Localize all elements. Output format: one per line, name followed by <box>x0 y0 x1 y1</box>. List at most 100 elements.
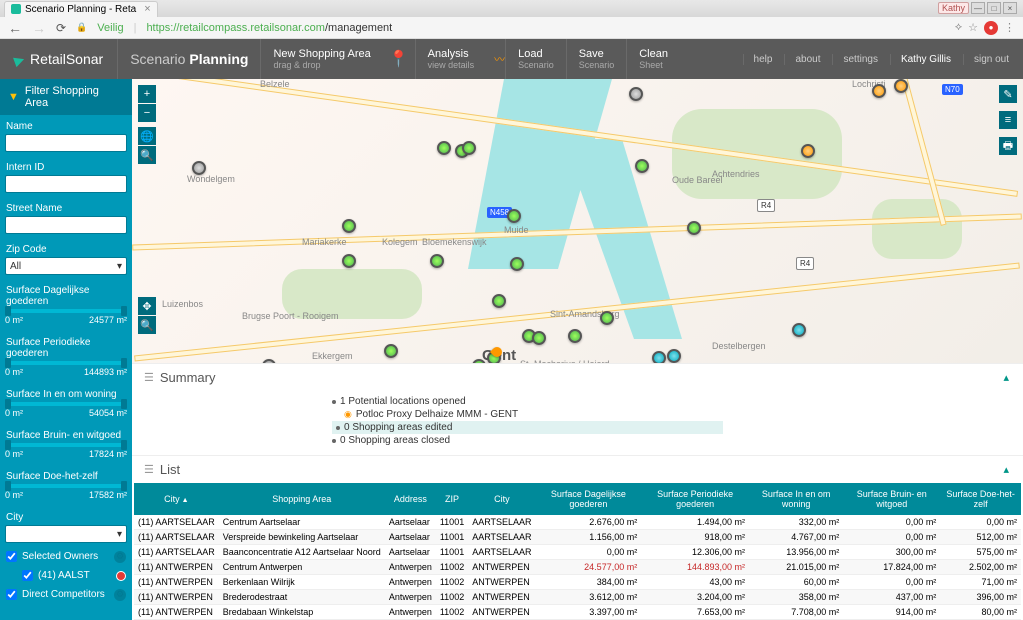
selected-owners-checkbox[interactable] <box>6 551 17 562</box>
about-link[interactable]: about <box>784 54 820 65</box>
summary-header[interactable]: ☰ Summary ▴ <box>132 364 1023 391</box>
intern-id-input[interactable] <box>5 175 127 193</box>
search-icon[interactable]: 🔍 <box>138 146 156 164</box>
close-icon[interactable]: × <box>144 3 150 15</box>
col-s5[interactable]: Surface Doe-het-zelf <box>940 483 1021 515</box>
surf5-slider[interactable] <box>5 484 127 488</box>
col-s2[interactable]: Surface Periodieke goederen <box>641 483 749 515</box>
map-marker[interactable] <box>462 141 476 155</box>
table-row[interactable]: (11) ANTWERPENCentrum AntwerpenAntwerpen… <box>134 560 1021 575</box>
print-icon[interactable]: 🖶 <box>999 137 1017 155</box>
zoom-out-icon[interactable]: 🔍 <box>138 316 156 334</box>
surf4-slider[interactable] <box>5 443 127 447</box>
map-marker[interactable] <box>430 254 444 268</box>
load-scenario-button[interactable]: Load Scenario <box>505 39 566 79</box>
map-marker[interactable] <box>568 329 582 343</box>
zoom-out-button[interactable]: − <box>138 104 156 122</box>
direct-competitors-checkbox[interactable] <box>6 589 17 600</box>
aalst-check[interactable]: (41) AALST <box>0 566 132 585</box>
extension-icon[interactable]: ● <box>984 21 998 35</box>
maximize-button[interactable]: □ <box>987 2 1001 14</box>
name-input[interactable] <box>5 134 127 152</box>
surf1-label: Surface Dagelijkse goederen <box>0 279 132 309</box>
map-marker[interactable] <box>510 257 524 271</box>
map-marker[interactable] <box>192 161 206 175</box>
layers-icon[interactable]: ≡ <box>999 111 1017 129</box>
selected-owners-check[interactable]: Selected Owners ⚙ <box>0 547 132 566</box>
col-s3[interactable]: Surface In en om woning <box>749 483 843 515</box>
save-scenario-button[interactable]: Save Scenario <box>566 39 627 79</box>
reload-button[interactable]: ⟳ <box>56 21 66 35</box>
table-container[interactable]: City Shopping Area Address ZIP City Surf… <box>132 483 1023 620</box>
chevron-down-icon: ▾ <box>117 261 122 272</box>
edit-icon[interactable]: ✎ <box>999 85 1017 103</box>
map-marker[interactable] <box>801 144 815 158</box>
new-shopping-area-button[interactable]: New Shopping Area drag & drop <box>260 39 382 79</box>
direct-competitors-check[interactable]: Direct Competitors ⚙ <box>0 585 132 604</box>
app-logo[interactable]: ▸ RetailSonar <box>0 47 117 72</box>
street-input[interactable] <box>5 216 127 234</box>
menu-icon[interactable]: ⋮ <box>1004 21 1015 34</box>
summary-body: 1 Potential locations opened ◉Potloc Pro… <box>132 391 1023 455</box>
zip-select[interactable]: All▾ <box>5 257 127 275</box>
map-marker[interactable] <box>687 221 701 235</box>
user-name[interactable]: Kathy Gillis <box>890 54 951 65</box>
globe-icon[interactable]: 🌐 <box>138 127 156 145</box>
table-row[interactable]: (11) ANTWERPENBredabaan WinkelstapAntwer… <box>134 605 1021 620</box>
surf3-slider[interactable] <box>5 402 127 406</box>
table-row[interactable]: (11) AARTSELAARBaanconcentratie A12 Aart… <box>134 545 1021 560</box>
list-header[interactable]: ☰ List ▴ <box>132 456 1023 483</box>
surf2-slider[interactable] <box>5 361 127 365</box>
col-s4[interactable]: Surface Bruin- en witgoed <box>843 483 940 515</box>
map-marker[interactable] <box>635 159 649 173</box>
back-button[interactable]: ← <box>8 20 22 36</box>
star-icon[interactable]: ☆ <box>968 21 978 34</box>
col-city[interactable]: City <box>134 483 219 515</box>
pin-icon[interactable]: 📍 <box>389 49 409 69</box>
table-row[interactable]: (11) ANTWERPENBrederodestraatAntwerpen11… <box>134 590 1021 605</box>
table-row[interactable]: (11) ANTWERPENBerkenlaan WilrijkAntwerpe… <box>134 575 1021 590</box>
clean-sheet-button[interactable]: Clean Sheet <box>626 39 680 79</box>
map[interactable]: Belzele Lochristi Wondelgem Mariakerke K… <box>132 79 1023 363</box>
browser-tab[interactable]: Scenario Planning - Reta × <box>4 1 158 17</box>
move-icon[interactable]: ✥ <box>138 297 156 315</box>
map-marker[interactable] <box>600 311 614 325</box>
chevron-up-icon[interactable]: ▴ <box>1003 371 1009 384</box>
zoom-in-button[interactable]: + <box>138 85 156 103</box>
col-s1[interactable]: Surface Dagelijkse goederen <box>536 483 642 515</box>
gear-icon[interactable]: ⚙ <box>114 589 126 601</box>
close-window-button[interactable]: × <box>1003 2 1017 14</box>
chevron-up-icon[interactable]: ▴ <box>1003 463 1009 476</box>
map-marker[interactable] <box>342 219 356 233</box>
col-zip[interactable]: ZIP <box>436 483 468 515</box>
aalst-checkbox[interactable] <box>22 570 33 581</box>
sidebar: ▼ Filter Shopping Area Name Intern ID St… <box>0 79 132 620</box>
map-marker[interactable] <box>384 344 398 358</box>
map-marker[interactable] <box>652 351 666 363</box>
help-link[interactable]: help <box>743 54 773 65</box>
settings-link[interactable]: settings <box>832 54 877 65</box>
map-marker[interactable] <box>629 87 643 101</box>
gear-icon[interactable]: ⚙ <box>114 551 126 563</box>
minimize-button[interactable]: — <box>971 2 985 14</box>
surf1-slider[interactable] <box>5 309 127 313</box>
map-marker[interactable] <box>792 323 806 337</box>
col-city2[interactable]: City <box>468 483 535 515</box>
table-row[interactable]: (11) AARTSELAARVerspreide bewinkeling Aa… <box>134 530 1021 545</box>
map-marker[interactable] <box>532 331 546 345</box>
map-marker[interactable] <box>507 209 521 223</box>
forward-button[interactable]: → <box>32 20 46 36</box>
col-shopping[interactable]: Shopping Area <box>219 483 385 515</box>
table-row[interactable]: (11) AARTSELAARCentrum AartselaarAartsel… <box>134 515 1021 530</box>
analysis-button[interactable]: Analysis view details <box>415 39 487 79</box>
map-marker[interactable] <box>894 79 908 93</box>
map-marker[interactable] <box>437 141 451 155</box>
map-marker[interactable] <box>492 294 506 308</box>
signout-link[interactable]: sign out <box>963 54 1009 65</box>
url-text[interactable]: https://retailcompass.retailsonar.com/ma… <box>146 22 392 34</box>
map-marker[interactable] <box>872 84 886 98</box>
city-select[interactable]: ▾ <box>5 525 127 543</box>
map-marker[interactable] <box>342 254 356 268</box>
map-marker[interactable] <box>667 349 681 363</box>
col-address[interactable]: Address <box>385 483 436 515</box>
